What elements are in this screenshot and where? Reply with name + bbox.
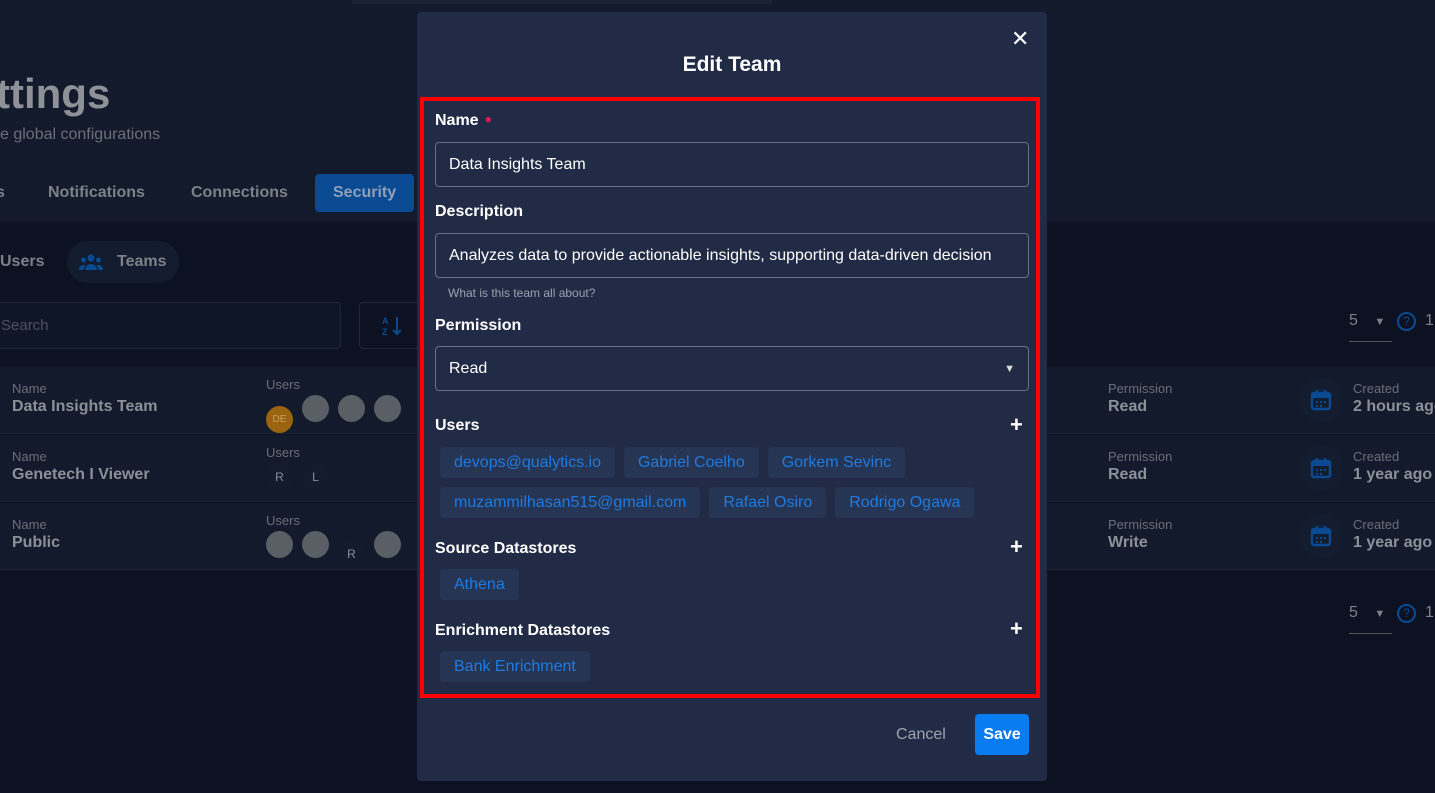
avatar: L bbox=[302, 463, 329, 490]
highlight-box bbox=[420, 97, 1040, 698]
sort-button[interactable]: AZ bbox=[359, 302, 419, 349]
avatar: R bbox=[338, 540, 365, 568]
team-name: Data Insights Team bbox=[12, 398, 158, 415]
permission-value: Read bbox=[1108, 398, 1148, 415]
top-bar bbox=[352, 0, 772, 4]
page-size-underline bbox=[1349, 341, 1392, 342]
page-title: ttings bbox=[0, 70, 111, 117]
avatar-group: RL bbox=[266, 463, 338, 490]
help-icon[interactable]: ? bbox=[1397, 312, 1416, 331]
subtab-teams-label: Teams bbox=[117, 253, 167, 270]
user-chip[interactable]: Rodrigo Ogawa bbox=[835, 487, 975, 518]
user-chip[interactable]: Gabriel Coelho bbox=[623, 447, 759, 478]
permission-label: Permission bbox=[1108, 381, 1173, 396]
permission-value: Write bbox=[1108, 534, 1148, 551]
enrichment-datastores-label: Enrichment Datastores bbox=[435, 622, 611, 639]
users-label: Users bbox=[266, 377, 300, 392]
users-label: Users bbox=[435, 417, 480, 434]
user-chip[interactable]: muzammilhasan515@gmail.com bbox=[440, 487, 701, 518]
permission-label: Permission bbox=[435, 317, 522, 334]
name-label: Name bbox=[12, 449, 47, 464]
save-button[interactable]: Save bbox=[975, 714, 1029, 755]
avatar bbox=[302, 395, 329, 422]
enrichment-chips: Bank Enrichment bbox=[440, 651, 1020, 682]
add-user-icon[interactable]: + bbox=[1010, 412, 1023, 438]
avatar bbox=[374, 531, 401, 558]
user-chip[interactable]: devops@qualytics.io bbox=[440, 447, 615, 478]
created-label: Created bbox=[1353, 449, 1400, 464]
user-chip[interactable]: Gorkem Sevinc bbox=[767, 447, 906, 478]
permission-select[interactable]: Read ▼ bbox=[435, 346, 1029, 391]
add-source-datastore-icon[interactable]: + bbox=[1010, 534, 1023, 560]
cancel-button[interactable]: Cancel bbox=[896, 726, 946, 744]
created-value: 1 year ago bbox=[1353, 466, 1433, 483]
close-icon[interactable]: ✕ bbox=[1011, 26, 1029, 52]
tab-connections[interactable]: Connections bbox=[191, 184, 288, 202]
calendar-icon bbox=[1299, 446, 1343, 490]
page-size-select-top[interactable]: 5 ▼ bbox=[1349, 312, 1385, 330]
avatar bbox=[302, 531, 329, 558]
permission-label: Permission bbox=[1108, 449, 1173, 464]
avatar-group: R bbox=[266, 531, 410, 568]
pagination-count: 1 bbox=[1425, 312, 1434, 329]
name-label: Name bbox=[12, 381, 47, 396]
permission-value: Read bbox=[1108, 466, 1148, 483]
calendar-icon bbox=[1299, 514, 1343, 558]
name-label: Name ● bbox=[435, 112, 492, 129]
created-value: 1 year ago bbox=[1353, 534, 1433, 551]
created-label: Created bbox=[1353, 517, 1400, 532]
avatar-group: DE bbox=[266, 395, 410, 433]
page-size-select-bottom[interactable]: 5 ▼ bbox=[1349, 604, 1385, 622]
source-datastores-label: Source Datastores bbox=[435, 540, 577, 557]
subtab-users[interactable]: Users bbox=[0, 253, 44, 271]
avatar bbox=[374, 395, 401, 422]
team-icon bbox=[79, 254, 103, 270]
team-name: Public bbox=[12, 534, 61, 551]
description-label: Description bbox=[435, 203, 524, 220]
svg-text:Z: Z bbox=[382, 327, 388, 337]
tab-previous[interactable]: s bbox=[0, 184, 5, 202]
permission-label: Permission bbox=[1108, 517, 1173, 532]
users-label: Users bbox=[266, 445, 300, 460]
users-chips: devops@qualytics.io Gabriel Coelho Gorkem … bbox=[440, 447, 1020, 518]
tab-security[interactable]: Security bbox=[315, 174, 415, 212]
description-input[interactable]: Analyzes data to provide actionable insi… bbox=[435, 233, 1029, 278]
modal-title: Edit Team bbox=[682, 53, 782, 76]
enrichment-datastore-chip[interactable]: Bank Enrichment bbox=[440, 651, 590, 682]
avatar: DE bbox=[266, 406, 293, 433]
created-value: 2 hours ago bbox=[1353, 398, 1435, 415]
avatar: R bbox=[266, 463, 293, 490]
description-help: What is this team all about? bbox=[448, 286, 596, 300]
sort-az-icon: AZ bbox=[382, 316, 402, 337]
help-icon[interactable]: ? bbox=[1397, 604, 1416, 623]
edit-team-modal: Edit Team ✕ Name ● Data Insights Team Des… bbox=[417, 12, 1047, 781]
subtab-teams[interactable]: Teams bbox=[67, 241, 179, 283]
source-datastore-chip[interactable]: Athena bbox=[440, 569, 519, 600]
svg-text:A: A bbox=[382, 316, 389, 326]
source-chips: Athena bbox=[440, 569, 1020, 600]
avatar bbox=[266, 531, 293, 558]
required-indicator: ● bbox=[484, 112, 492, 126]
page-size-underline bbox=[1349, 633, 1392, 634]
page-subtitle: e global configurations bbox=[0, 126, 161, 143]
created-label: Created bbox=[1353, 381, 1400, 396]
user-chip[interactable]: Rafael Osiro bbox=[709, 487, 827, 518]
pagination-count: 1 bbox=[1425, 604, 1434, 621]
users-label: Users bbox=[266, 513, 300, 528]
calendar-icon bbox=[1299, 378, 1343, 422]
add-enrichment-datastore-icon[interactable]: + bbox=[1010, 616, 1023, 642]
avatar bbox=[338, 395, 365, 422]
name-input[interactable]: Data Insights Team bbox=[435, 142, 1029, 187]
chevron-down-icon: ▼ bbox=[1004, 362, 1015, 375]
search-input[interactable]: Search bbox=[0, 302, 341, 349]
tab-notifications[interactable]: Notifications bbox=[48, 184, 145, 202]
team-name: Genetech I Viewer bbox=[12, 466, 150, 483]
name-label: Name bbox=[12, 517, 47, 532]
